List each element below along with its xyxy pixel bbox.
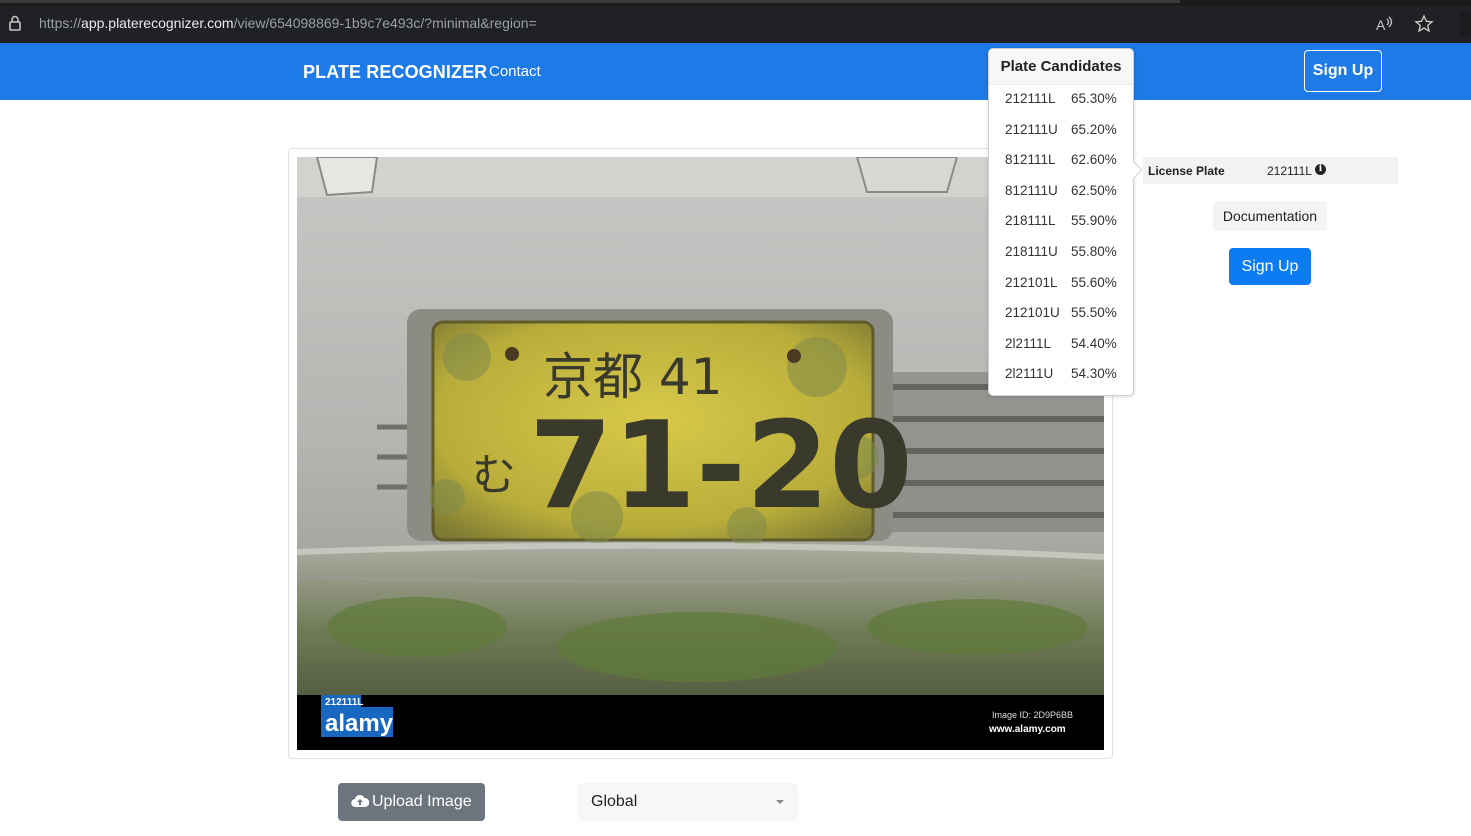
- candidate-plate: 218111L: [1005, 213, 1056, 229]
- image-id-text: Image ID: 2D9P6BB: [992, 710, 1073, 720]
- candidate-plate: 212101U: [1005, 305, 1060, 321]
- car-plate-photo: 京都 41 む 71-20 212111L alamy Image ID: 2D…: [297, 157, 1104, 750]
- candidate-score: 55.60%: [1071, 274, 1117, 290]
- candidate-row: 212111L 65.30%: [989, 91, 1133, 122]
- watermark-site-text: www.alamy.com: [988, 724, 1066, 735]
- license-plate-label: License Plate: [1148, 164, 1225, 178]
- candidate-score: 55.50%: [1071, 305, 1117, 321]
- candidate-row: 212101U 55.50%: [989, 305, 1133, 336]
- candidate-plate: 212111L: [1005, 91, 1056, 106]
- candidate-row: 2l2111L 54.40%: [989, 336, 1133, 367]
- lock-icon[interactable]: [8, 15, 22, 31]
- uploaded-photo: 京都 41 む 71-20 212111L alamy Image ID: 2D…: [297, 157, 1104, 750]
- candidate-plate: 212111U: [1005, 121, 1058, 137]
- url-host: app.platerecognizer.com: [81, 15, 234, 31]
- navbar: PLATE RECOGNIZER Contact Sign Up: [0, 43, 1471, 100]
- chevron-down-icon: [776, 800, 784, 804]
- plate-number-text: 71-20: [529, 397, 913, 536]
- license-plate-result: License Plate 212111L i: [1143, 157, 1398, 184]
- candidate-row: 218111L 55.90%: [989, 213, 1133, 244]
- candidate-score: 55.90%: [1071, 213, 1117, 229]
- favorite-star-icon[interactable]: [1414, 14, 1434, 34]
- candidate-row: 2l2111U 54.30%: [989, 366, 1133, 397]
- cloud-upload-icon: [351, 794, 369, 808]
- documentation-button[interactable]: Documentation: [1213, 201, 1327, 231]
- plate-candidates-popover: Plate Candidates 212111L 65.30% 212111U 65…: [988, 48, 1143, 397]
- candidate-row: 212111U 65.20%: [989, 122, 1133, 153]
- toolbar-edge: [1460, 12, 1471, 36]
- signup-button[interactable]: Sign Up: [1229, 248, 1311, 285]
- nav-signup-button[interactable]: Sign Up: [1304, 50, 1382, 92]
- candidate-plate: 812111L: [1005, 152, 1056, 168]
- candidate-row: 812111L 62.60%: [989, 152, 1133, 183]
- plate-prefix-text: む: [472, 450, 516, 501]
- candidate-score: 65.20%: [1071, 121, 1117, 137]
- url-path: /view/654098869-1b9c7e493c/?minimal&regi…: [233, 15, 537, 31]
- watermark-logo: alamy: [325, 710, 394, 737]
- region-select-value: Global: [591, 793, 638, 810]
- browser-toolbar: https://app.platerecognizer.com/view/654…: [0, 0, 1471, 43]
- candidate-score: 62.60%: [1071, 152, 1117, 168]
- candidate-row: 212101L 55.60%: [989, 275, 1133, 306]
- candidate-row: 218111U 55.80%: [989, 244, 1133, 275]
- candidate-score: 62.50%: [1071, 182, 1117, 198]
- upload-image-label: Upload Image: [372, 793, 472, 810]
- candidate-plate: 2l2111L: [1005, 335, 1052, 351]
- license-plate-value[interactable]: 212111L: [1267, 164, 1312, 178]
- candidate-score: 55.80%: [1071, 244, 1117, 259]
- candidate-plate: 212101L: [1005, 274, 1058, 290]
- info-icon[interactable]: i: [1315, 164, 1326, 175]
- svg-text:A: A: [1376, 17, 1386, 33]
- candidate-score: 54.30%: [1071, 366, 1117, 382]
- popover-title: Plate Candidates: [989, 49, 1133, 85]
- address-bar[interactable]: https://app.platerecognizer.com/view/654…: [39, 15, 537, 31]
- read-aloud-icon[interactable]: A: [1374, 14, 1394, 34]
- detection-badge: 212111L: [325, 697, 363, 708]
- region-select[interactable]: Global: [578, 783, 798, 821]
- candidate-plate: 218111U: [1005, 244, 1058, 259]
- tab-strip-edge: [0, 0, 1180, 3]
- nav-contact-link[interactable]: Contact: [489, 63, 541, 80]
- candidate-row: 812111U 62.50%: [989, 183, 1133, 214]
- candidate-score: 54.40%: [1071, 335, 1117, 351]
- brand-logo[interactable]: PLATE RECOGNIZER: [303, 62, 487, 83]
- candidate-plate: 812111U: [1005, 182, 1058, 198]
- url-scheme: https://: [39, 15, 82, 31]
- upload-image-button[interactable]: Upload Image: [338, 783, 485, 821]
- candidate-plate: 2l2111U: [1005, 366, 1054, 382]
- candidate-score: 65.30%: [1071, 91, 1117, 106]
